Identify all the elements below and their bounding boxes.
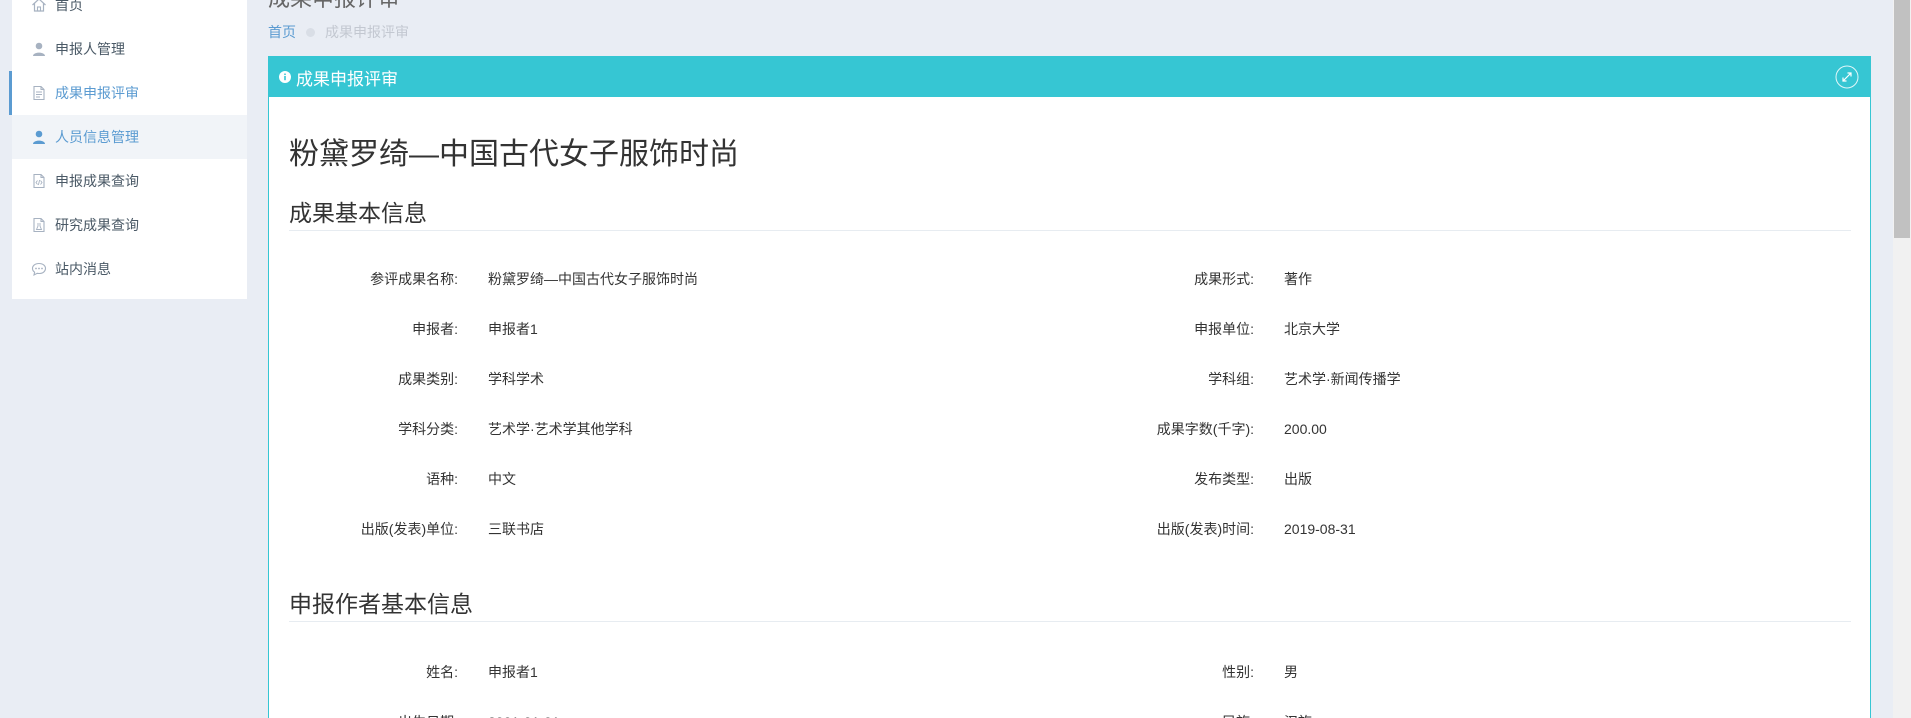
scrollbar-thumb[interactable] xyxy=(1894,0,1910,238)
expand-icon[interactable] xyxy=(1835,65,1859,89)
word-count-label: 成果字数(千字): xyxy=(1156,421,1254,437)
publication-date-label: 出版(发表)时间: xyxy=(1156,521,1254,537)
sidebar-item-label: 申报成果查询 xyxy=(55,173,139,189)
publisher-label: 出版(发表)单位: xyxy=(360,521,458,537)
achievement-category-value: 学科学术 xyxy=(488,371,544,387)
publication-date-value: 2019-08-31 xyxy=(1284,521,1356,537)
sidebar-item-personnel-info[interactable]: 人员信息管理 xyxy=(12,115,247,159)
info-cell: 语种: 中文 xyxy=(289,454,1070,504)
info-row: 申报者: 申报者1 申报单位: 北京大学 xyxy=(289,304,1851,354)
sidebar-item-messages[interactable]: 站内消息 xyxy=(12,247,247,291)
achievement-category-label: 成果类别: xyxy=(398,371,458,387)
author-gender-label: 性别: xyxy=(1222,664,1254,680)
applicant-label: 申报者: xyxy=(412,321,458,337)
language-label: 语种: xyxy=(426,471,458,487)
review-panel: 成果申报评审 粉黛罗绮—中国古代女子服饰时尚 成果基本信息 参评成果名称: 粉黛… xyxy=(268,56,1871,718)
discipline-classification-value: 艺术学·艺术学其他学科 xyxy=(488,421,633,437)
info-cell: 出生日期: 2001-01-01 xyxy=(289,697,1070,718)
info-cell: 成果字数(千字): 200.00 xyxy=(1070,404,1851,454)
info-cell: 民族: 汉族 xyxy=(1070,697,1851,718)
sidebar-item-label: 研究成果查询 xyxy=(55,217,139,233)
achievement-form-value: 著作 xyxy=(1284,271,1312,287)
info-cell: 学科组: 艺术学·新闻传播学 xyxy=(1070,354,1851,404)
applicant-institution-value: 北京大学 xyxy=(1284,321,1340,337)
author-info-list: 姓名: 申报者1 性别: 男 出生日期: 2001-01-01 民族: 汉族 xyxy=(289,647,1851,718)
publication-type-label: 发布类型: xyxy=(1194,471,1254,487)
info-cell: 成果形式: 著作 xyxy=(1070,254,1851,304)
info-row: 参评成果名称: 粉黛罗绮—中国古代女子服饰时尚 成果形式: 著作 xyxy=(289,254,1851,304)
achievement-name-value: 粉黛罗绮—中国古代女子服饰时尚 xyxy=(488,271,698,287)
author-ethnicity-value: 汉族 xyxy=(1284,697,1312,718)
applicant-value: 申报者1 xyxy=(488,321,538,337)
breadcrumb-current: 成果申报评审 xyxy=(325,24,409,40)
info-icon xyxy=(279,71,291,83)
sidebar-item-application-query[interactable]: 申报成果查询 xyxy=(12,159,247,203)
author-name-value: 申报者1 xyxy=(488,664,538,680)
info-row: 学科分类: 艺术学·艺术学其他学科 成果字数(千字): 200.00 xyxy=(289,404,1851,454)
info-cell: 申报单位: 北京大学 xyxy=(1070,304,1851,354)
author-ethnicity-label: 民族: xyxy=(1070,697,1254,718)
breadcrumb-home-link[interactable]: 首页 xyxy=(268,23,296,41)
achievement-form-label: 成果形式: xyxy=(1194,271,1254,287)
language-value: 中文 xyxy=(488,471,516,487)
sidebar-item-label: 申报人管理 xyxy=(55,41,125,57)
author-birth-date-value: 2001-01-01 xyxy=(488,697,560,718)
publisher-value: 三联书店 xyxy=(488,521,544,537)
author-gender-value: 男 xyxy=(1284,664,1298,680)
code-file-icon xyxy=(31,173,47,189)
word-count-value: 200.00 xyxy=(1284,421,1327,437)
sidebar-item-label: 成果申报评审 xyxy=(55,85,139,101)
user-icon xyxy=(31,41,47,57)
info-cell: 发布类型: 出版 xyxy=(1070,454,1851,504)
author-name-label: 姓名: xyxy=(426,664,458,680)
flask-file-icon xyxy=(31,217,47,233)
chat-icon xyxy=(31,261,47,277)
applicant-institution-label: 申报单位: xyxy=(1194,321,1254,337)
home-icon xyxy=(31,0,47,13)
sidebar: 首页 申报人管理 成果申报评审 人员信息管理 申报成果查询 研究成果查询 站内消… xyxy=(9,0,247,299)
section-title-basic-info: 成果基本信息 xyxy=(289,198,1851,231)
info-cell: 参评成果名称: 粉黛罗绮—中国古代女子服饰时尚 xyxy=(289,254,1070,304)
panel-body: 粉黛罗绮—中国古代女子服饰时尚 成果基本信息 参评成果名称: 粉黛罗绮—中国古代… xyxy=(269,135,1870,718)
info-cell: 姓名: 申报者1 xyxy=(289,647,1070,697)
user-icon xyxy=(31,129,47,145)
info-row: 成果类别: 学科学术 学科组: 艺术学·新闻传播学 xyxy=(289,354,1851,404)
page-scrollbar[interactable] xyxy=(1893,0,1911,718)
info-row: 姓名: 申报者1 性别: 男 xyxy=(289,647,1851,697)
sidebar-item-home[interactable]: 首页 xyxy=(12,0,247,27)
breadcrumb-separator-icon xyxy=(306,27,315,37)
info-row: 出版(发表)单位: 三联书店 出版(发表)时间: 2019-08-31 xyxy=(289,504,1851,554)
sidebar-item-label: 首页 xyxy=(55,0,83,13)
info-cell: 出版(发表)单位: 三联书店 xyxy=(289,504,1070,554)
sidebar-item-label: 站内消息 xyxy=(55,261,111,277)
info-row: 出生日期: 2001-01-01 民族: 汉族 xyxy=(289,697,1851,718)
info-cell: 申报者: 申报者1 xyxy=(289,304,1070,354)
sidebar-item-research-query[interactable]: 研究成果查询 xyxy=(12,203,247,247)
discipline-group-label: 学科组: xyxy=(1208,371,1254,387)
info-cell: 性别: 男 xyxy=(1070,647,1851,697)
info-cell: 出版(发表)时间: 2019-08-31 xyxy=(1070,504,1851,554)
panel-header: 成果申报评审 xyxy=(269,57,1870,97)
page-title: 成果申报评审 xyxy=(268,0,400,11)
breadcrumb: 首页 成果申报评审 xyxy=(268,23,409,41)
basic-info-list: 参评成果名称: 粉黛罗绮—中国古代女子服饰时尚 成果形式: 著作 申报者: 申报… xyxy=(289,254,1851,554)
info-cell: 学科分类: 艺术学·艺术学其他学科 xyxy=(289,404,1070,454)
sidebar-item-applicant-management[interactable]: 申报人管理 xyxy=(12,27,247,71)
info-row: 语种: 中文 发布类型: 出版 xyxy=(289,454,1851,504)
section-title-author-info: 申报作者基本信息 xyxy=(289,589,1851,622)
panel-header-title: 成果申报评审 xyxy=(296,69,398,89)
sidebar-item-label: 人员信息管理 xyxy=(55,129,139,145)
work-title: 粉黛罗绮—中国古代女子服饰时尚 xyxy=(289,138,739,171)
author-birth-date-label: 出生日期: xyxy=(289,697,458,718)
sidebar-item-achievement-review[interactable]: 成果申报评审 xyxy=(9,71,247,115)
publication-type-value: 出版 xyxy=(1284,471,1312,487)
achievement-name-label: 参评成果名称: xyxy=(370,271,458,287)
info-cell: 成果类别: 学科学术 xyxy=(289,354,1070,404)
document-icon xyxy=(31,85,47,101)
discipline-group-value: 艺术学·新闻传播学 xyxy=(1284,371,1401,387)
discipline-classification-label: 学科分类: xyxy=(398,421,458,437)
